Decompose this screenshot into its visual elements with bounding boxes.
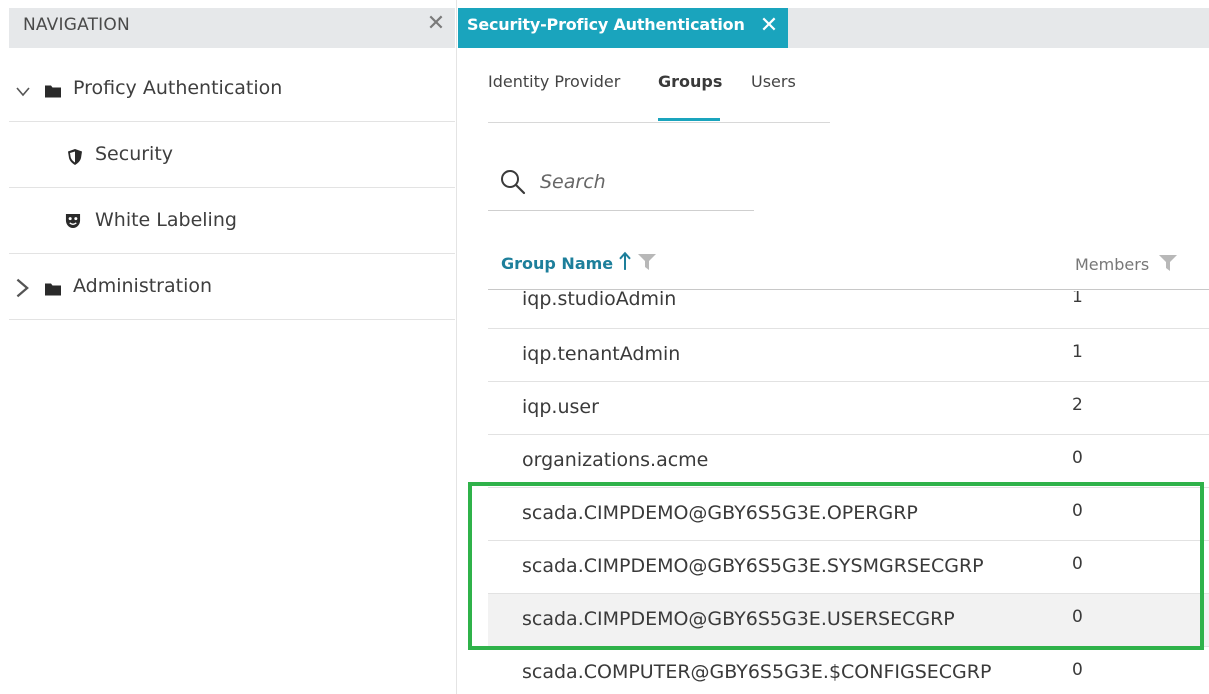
tree-item-white-labeling[interactable]: White Labeling	[9, 188, 455, 254]
tab-identity-provider[interactable]: Identity Provider	[488, 72, 620, 91]
members-cell: 0	[1072, 448, 1083, 468]
members-cell: 0	[1072, 607, 1083, 627]
tab-groups[interactable]: Groups	[658, 72, 722, 91]
shield-icon	[68, 149, 82, 165]
column-header-members[interactable]: Members	[1075, 255, 1149, 274]
table-row[interactable]: iqp.tenantAdmin 1	[488, 329, 1209, 382]
members-cell: 0	[1072, 501, 1083, 521]
folder-icon	[45, 85, 61, 98]
chevron-right-icon[interactable]	[16, 278, 30, 298]
mask-icon	[65, 213, 81, 229]
document-tab-bar: Security-Proficy Authentication ✕	[458, 8, 1209, 48]
tree-item-security[interactable]: Security	[9, 122, 455, 188]
tree-item-label: Administration	[73, 275, 213, 297]
table-row[interactable]: iqp.user 2	[488, 382, 1209, 435]
group-name-cell: organizations.acme	[522, 449, 709, 471]
table-row[interactable]: iqp.studioAdmin 1	[488, 291, 1209, 329]
column-header-group-name[interactable]: Group Name	[501, 254, 613, 273]
search-icon	[501, 170, 526, 195]
navigation-title: NAVIGATION	[23, 15, 130, 35]
tree-item-label: White Labeling	[95, 209, 237, 231]
sub-tab-bar: Identity Provider Groups Users	[488, 60, 830, 123]
members-cell: 1	[1072, 342, 1083, 362]
chevron-down-icon[interactable]	[16, 82, 30, 102]
filter-icon[interactable]	[1159, 255, 1177, 271]
group-list: iqp.studioAdmin 1 iqp.tenantAdmin 1 iqp.…	[488, 291, 1209, 694]
group-name-cell: iqp.studioAdmin	[522, 291, 677, 310]
group-name-cell: iqp.tenantAdmin	[522, 343, 681, 365]
close-navigation-icon[interactable]: ✕	[425, 13, 447, 35]
navigation-pane: NAVIGATION ✕ Proficy Authentication Secu…	[0, 0, 457, 694]
members-cell: 0	[1072, 660, 1083, 680]
tree-item-administration[interactable]: Administration	[9, 254, 455, 320]
filter-icon[interactable]	[638, 254, 656, 270]
group-name-cell: scada.COMPUTER@GBY6S5G3E.$CONFIGSECGRP	[522, 661, 992, 683]
tab-security-proficy-authentication[interactable]: Security-Proficy Authentication ✕	[458, 8, 788, 48]
table-row[interactable]: scada.CIMPDEMO@GBY6S5G3E.SYSMGRSECGRP 0	[488, 541, 1209, 594]
members-cell: 2	[1072, 395, 1083, 415]
table-row[interactable]: scada.CIMPDEMO@GBY6S5G3E.USERSECGRP 0	[488, 594, 1209, 647]
members-cell: 0	[1072, 554, 1083, 574]
tree-item-label: Proficy Authentication	[73, 77, 283, 99]
close-tab-icon[interactable]: ✕	[757, 14, 781, 38]
folder-icon	[45, 283, 61, 296]
tree-item-label: Security	[95, 143, 174, 165]
group-name-cell: scada.CIMPDEMO@GBY6S5G3E.SYSMGRSECGRP	[522, 555, 984, 577]
group-name-cell: iqp.user	[522, 396, 599, 418]
tab-users[interactable]: Users	[751, 72, 796, 91]
sort-ascending-icon[interactable]	[618, 251, 632, 271]
tree-item-proficy-authentication[interactable]: Proficy Authentication	[9, 56, 455, 122]
active-tab-indicator	[658, 118, 720, 121]
table-row[interactable]: scada.COMPUTER@GBY6S5G3E.$CONFIGSECGRP 0	[488, 647, 1209, 694]
navigation-header: NAVIGATION ✕	[9, 8, 455, 48]
group-name-cell: scada.CIMPDEMO@GBY6S5G3E.OPERGRP	[522, 502, 918, 524]
tab-label: Security-Proficy Authentication	[467, 15, 745, 34]
search-input[interactable]	[540, 167, 740, 197]
table-row[interactable]: scada.CIMPDEMO@GBY6S5G3E.OPERGRP 0	[488, 488, 1209, 541]
grid-header: Group Name Members	[488, 240, 1209, 290]
group-name-cell: scada.CIMPDEMO@GBY6S5G3E.USERSECGRP	[522, 608, 955, 630]
table-row[interactable]: organizations.acme 0	[488, 435, 1209, 488]
search-box	[488, 155, 754, 211]
members-cell: 1	[1072, 291, 1083, 307]
